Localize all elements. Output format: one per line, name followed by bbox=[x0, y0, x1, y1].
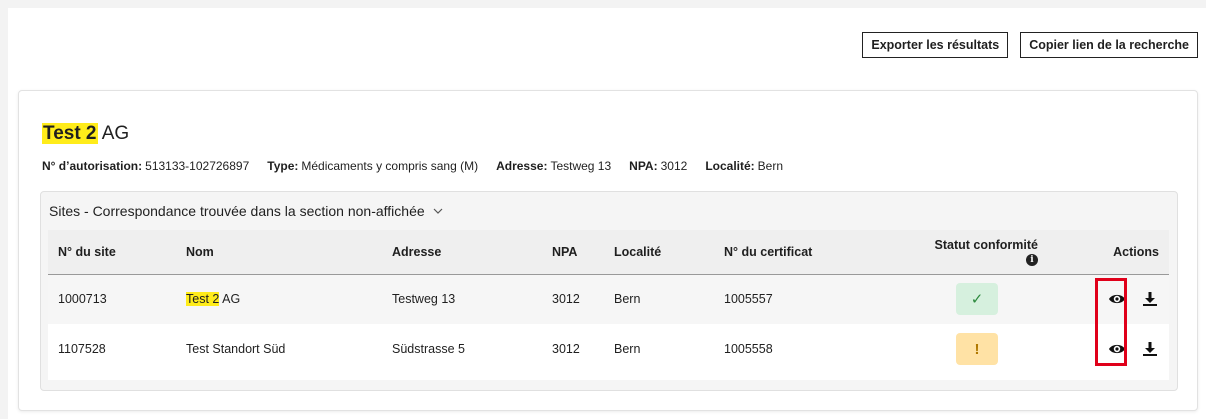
export-results-button[interactable]: Exporter les résultats bbox=[862, 32, 1009, 58]
col-status: Statut conformitéi bbox=[934, 237, 1038, 266]
cell-locality: Bern bbox=[614, 292, 641, 307]
copy-search-link-button[interactable]: Copier lien de la recherche bbox=[1020, 32, 1198, 58]
meta-locality: Localité: Bern bbox=[705, 159, 784, 173]
col-name: Nom bbox=[186, 244, 214, 259]
download-icon[interactable] bbox=[1141, 340, 1159, 358]
cell-npa: 3012 bbox=[552, 342, 580, 356]
cell-name: Test Standort Süd bbox=[186, 342, 286, 356]
company-title: Test 2 AG bbox=[42, 123, 129, 145]
cell-locality: Bern bbox=[614, 342, 641, 356]
chevron-down-icon bbox=[433, 208, 443, 214]
meta-type: Type: Médicaments y compris sang (M) bbox=[267, 159, 479, 173]
col-actions: Actions bbox=[1113, 244, 1159, 259]
page: Exporter les résultats Copier lien de la… bbox=[8, 8, 1206, 419]
info-icon[interactable]: i bbox=[1026, 253, 1038, 266]
company-title-rest: AG bbox=[97, 123, 130, 144]
cell-status: ✓ bbox=[910, 274, 1048, 324]
meta-authorization: N° d’autorisation: 513133-102726897 bbox=[42, 159, 250, 173]
meta-address: Adresse: Testweg 13 bbox=[496, 159, 612, 173]
top-actions: Exporter les résultats Copier lien de la… bbox=[862, 32, 1198, 58]
company-title-highlight: Test 2 bbox=[42, 123, 98, 144]
meta-npa: NPA: 3012 bbox=[629, 159, 688, 173]
cell-certificate: 1005557 bbox=[724, 292, 773, 307]
cell-address: Südstrasse 5 bbox=[392, 342, 465, 356]
table-row: 1107528 Test Standort Süd Südstrasse 5 3… bbox=[48, 324, 1169, 374]
cell-status: ! bbox=[910, 324, 1048, 374]
status-ok-badge: ✓ bbox=[956, 283, 998, 316]
col-site-number: N° du site bbox=[58, 244, 116, 259]
cell-npa: 3012 bbox=[552, 292, 580, 307]
cell-site-number: 1107528 bbox=[58, 342, 106, 356]
status-warning-badge: ! bbox=[956, 333, 998, 365]
cell-certificate: 1005558 bbox=[724, 342, 773, 356]
col-npa: NPA bbox=[552, 244, 578, 259]
company-card: Test 2 AG N° d’autorisation: 513133-10272… bbox=[18, 90, 1198, 411]
sites-table: N° du site Nom Adresse NPA Localité N° d… bbox=[48, 230, 1169, 374]
sites-table-container: N° du site Nom Adresse NPA Localité N° d… bbox=[48, 230, 1169, 380]
col-address: Adresse bbox=[392, 244, 442, 259]
sites-panel: Sites - Correspondance trouvée dans la s… bbox=[40, 191, 1178, 391]
company-meta: N° d’autorisation: 513133-102726897 Type:… bbox=[42, 159, 783, 173]
table-header-row: N° du site Nom Adresse NPA Localité N° d… bbox=[48, 230, 1169, 274]
download-icon[interactable] bbox=[1141, 290, 1159, 308]
cell-address: Testweg 13 bbox=[392, 292, 456, 307]
sites-header-label: Sites - Correspondance trouvée dans la s… bbox=[49, 203, 425, 219]
col-certificate: N° du certificat bbox=[724, 244, 813, 259]
cell-site-number: 1000713 bbox=[58, 292, 107, 307]
table-row: 1000713 Test 2 AG Testweg 13 3012 Bern 1… bbox=[48, 274, 1169, 324]
cell-name: Test 2 AG bbox=[186, 292, 241, 307]
annotation-highlight-box bbox=[1095, 278, 1127, 366]
sites-accordion-header[interactable]: Sites - Correspondance trouvée dans la s… bbox=[41, 192, 1177, 230]
col-locality: Localité bbox=[614, 244, 662, 259]
